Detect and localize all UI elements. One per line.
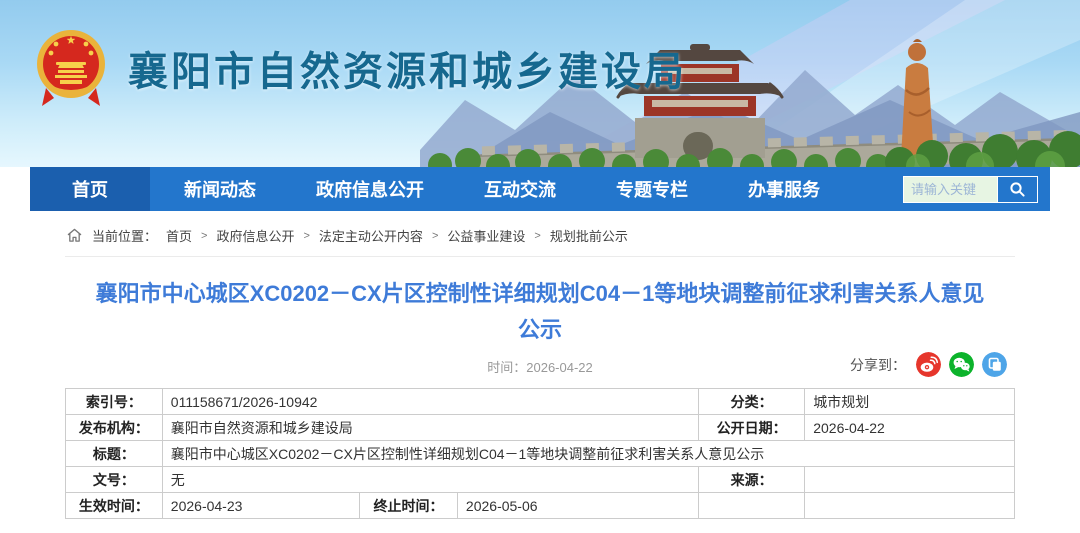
- publish-date-label: 公开日期：: [698, 415, 804, 441]
- table-row-index: 索引号： 011158671/2026-10942 分类： 城市规划: [66, 389, 1015, 415]
- site-header: 襄阳市自然资源和城乡建设局: [0, 0, 1080, 167]
- nav-item-home[interactable]: 首页: [30, 167, 150, 211]
- national-emblem-logo: [34, 26, 108, 110]
- doc-title-value: 襄阳市中心城区XC0202－CX片区控制性详细规划C04－1等地块调整前征求利害…: [162, 441, 1014, 467]
- doc-title-label: 标题：: [66, 441, 163, 467]
- index-number-label: 索引号：: [66, 389, 163, 415]
- breadcrumb-separator: >: [432, 230, 438, 242]
- publisher-label: 发布机构：: [66, 415, 163, 441]
- nav-item-special-topics[interactable]: 专题专栏: [590, 167, 714, 211]
- breadcrumb: 当前位置： 首页 > 政府信息公开 > 法定主动公开内容 > 公益事业建设 > …: [65, 211, 1015, 257]
- breadcrumb-item-plan-notice[interactable]: 规划批前公示: [550, 226, 628, 245]
- source-label: 来源：: [698, 467, 804, 493]
- effective-date-label: 生效时间：: [66, 493, 163, 519]
- time-value: 2026-04-22: [526, 360, 593, 375]
- breadcrumb-item-gov-info[interactable]: 政府信息公开: [216, 226, 294, 245]
- share-label: 分享到：: [850, 355, 906, 375]
- nav-item-services[interactable]: 办事服务: [722, 167, 846, 211]
- breadcrumb-separator: >: [534, 230, 540, 242]
- index-number-value: 011158671/2026-10942: [162, 389, 698, 415]
- category-value: 城市规划: [805, 389, 1015, 415]
- article-meta-row: 时间：2026-04-22 分享到：: [65, 349, 1015, 383]
- time-label: 时间：: [487, 360, 526, 375]
- breadcrumb-label: 当前位置：: [92, 226, 157, 245]
- site-title: 襄阳市自然资源和城乡建设局: [128, 39, 687, 97]
- empty-cell: [805, 493, 1015, 519]
- breadcrumb-item-statutory-disclosure[interactable]: 法定主动公开内容: [319, 226, 423, 245]
- nav-item-news[interactable]: 新闻动态: [158, 167, 282, 211]
- article-title: 襄阳市中心城区XC0202－CX片区控制性详细规划C04－1等地块调整前征求利害…: [88, 276, 993, 347]
- nav-item-interaction[interactable]: 互动交流: [458, 167, 582, 211]
- publisher-value: 襄阳市自然资源和城乡建设局: [162, 415, 698, 441]
- doc-number-value: 无: [162, 467, 698, 493]
- home-icon: [67, 228, 82, 243]
- table-row-docnum: 文号： 无 来源：: [66, 467, 1015, 493]
- share-group: 分享到：: [850, 352, 1007, 377]
- copy-link-share-icon[interactable]: [982, 352, 1007, 377]
- search-magnifier-icon: [1009, 181, 1026, 198]
- table-row-dates: 生效时间： 2026-04-23 终止时间： 2026-05-06: [66, 493, 1015, 519]
- nav-item-gov-info[interactable]: 政府信息公开: [290, 167, 450, 211]
- document-info-table: 索引号： 011158671/2026-10942 分类： 城市规划 发布机构：…: [65, 388, 1015, 519]
- table-row-title: 标题： 襄阳市中心城区XC0202－CX片区控制性详细规划C04－1等地块调整前…: [66, 441, 1015, 467]
- content-area: 当前位置： 首页 > 政府信息公开 > 法定主动公开内容 > 公益事业建设 > …: [65, 211, 1015, 519]
- expire-date-label: 终止时间：: [360, 493, 458, 519]
- expire-date-value: 2026-05-06: [457, 493, 698, 519]
- wechat-share-icon[interactable]: [949, 352, 974, 377]
- table-row-publisher: 发布机构： 襄阳市自然资源和城乡建设局 公开日期： 2026-04-22: [66, 415, 1015, 441]
- breadcrumb-separator: >: [201, 230, 207, 242]
- source-value: [805, 467, 1015, 493]
- effective-date-value: 2026-04-23: [162, 493, 359, 519]
- doc-number-label: 文号：: [66, 467, 163, 493]
- category-label: 分类：: [698, 389, 804, 415]
- search-input[interactable]: [903, 176, 997, 203]
- empty-cell: [698, 493, 804, 519]
- breadcrumb-separator: >: [303, 230, 309, 242]
- breadcrumb-item-home[interactable]: 首页: [166, 226, 192, 245]
- search-button[interactable]: [997, 176, 1038, 203]
- breadcrumb-item-public-welfare[interactable]: 公益事业建设: [447, 226, 525, 245]
- main-navigation: 首页 新闻动态 政府信息公开 互动交流 专题专栏 办事服务: [30, 167, 1050, 211]
- publish-date-value: 2026-04-22: [805, 415, 1015, 441]
- weibo-share-icon[interactable]: [916, 352, 941, 377]
- search-box: [903, 176, 1038, 203]
